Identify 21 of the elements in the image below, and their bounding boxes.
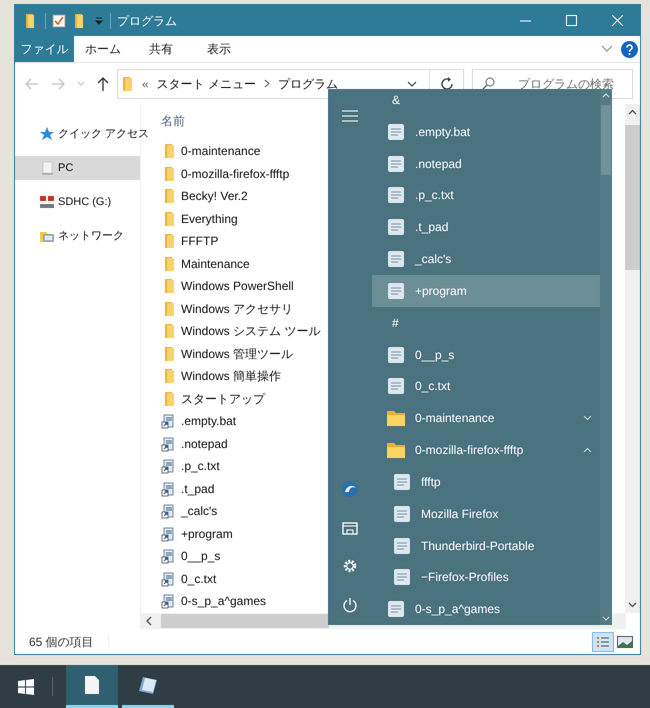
navigation-label: SDHC (G:) (58, 194, 112, 210)
item-label: 0__p_s (415, 346, 456, 364)
item-label: .p_c.txt (415, 187, 455, 204)
item-label: 0-mozilla-firefox-ffftp (415, 442, 524, 460)
item-label: 0-maintenance (415, 410, 496, 428)
item-label: −Firefox-Profiles (421, 569, 510, 586)
navigation-label: クイック アクセス (58, 126, 150, 142)
window-title: プログラム (117, 12, 177, 30)
item-label: Mozilla Firefox (421, 506, 500, 523)
item-label: +program (415, 282, 468, 300)
item-count: 65 個の項目 (29, 634, 94, 650)
item-label: .notepad (415, 156, 463, 173)
item-label: 0-s_p_a^games (415, 601, 502, 618)
item-label: _calc's (415, 251, 452, 268)
navigation-label: PC (58, 160, 74, 176)
item-label: .empty.bat (415, 124, 472, 141)
navigation-label: ネットワーク (58, 228, 124, 244)
item-label: 0_c.txt (415, 378, 452, 396)
item-label: ffftp (421, 474, 442, 491)
item-label: Thunderbird-Portable (421, 538, 536, 554)
item-label: .t_pad (415, 219, 450, 236)
